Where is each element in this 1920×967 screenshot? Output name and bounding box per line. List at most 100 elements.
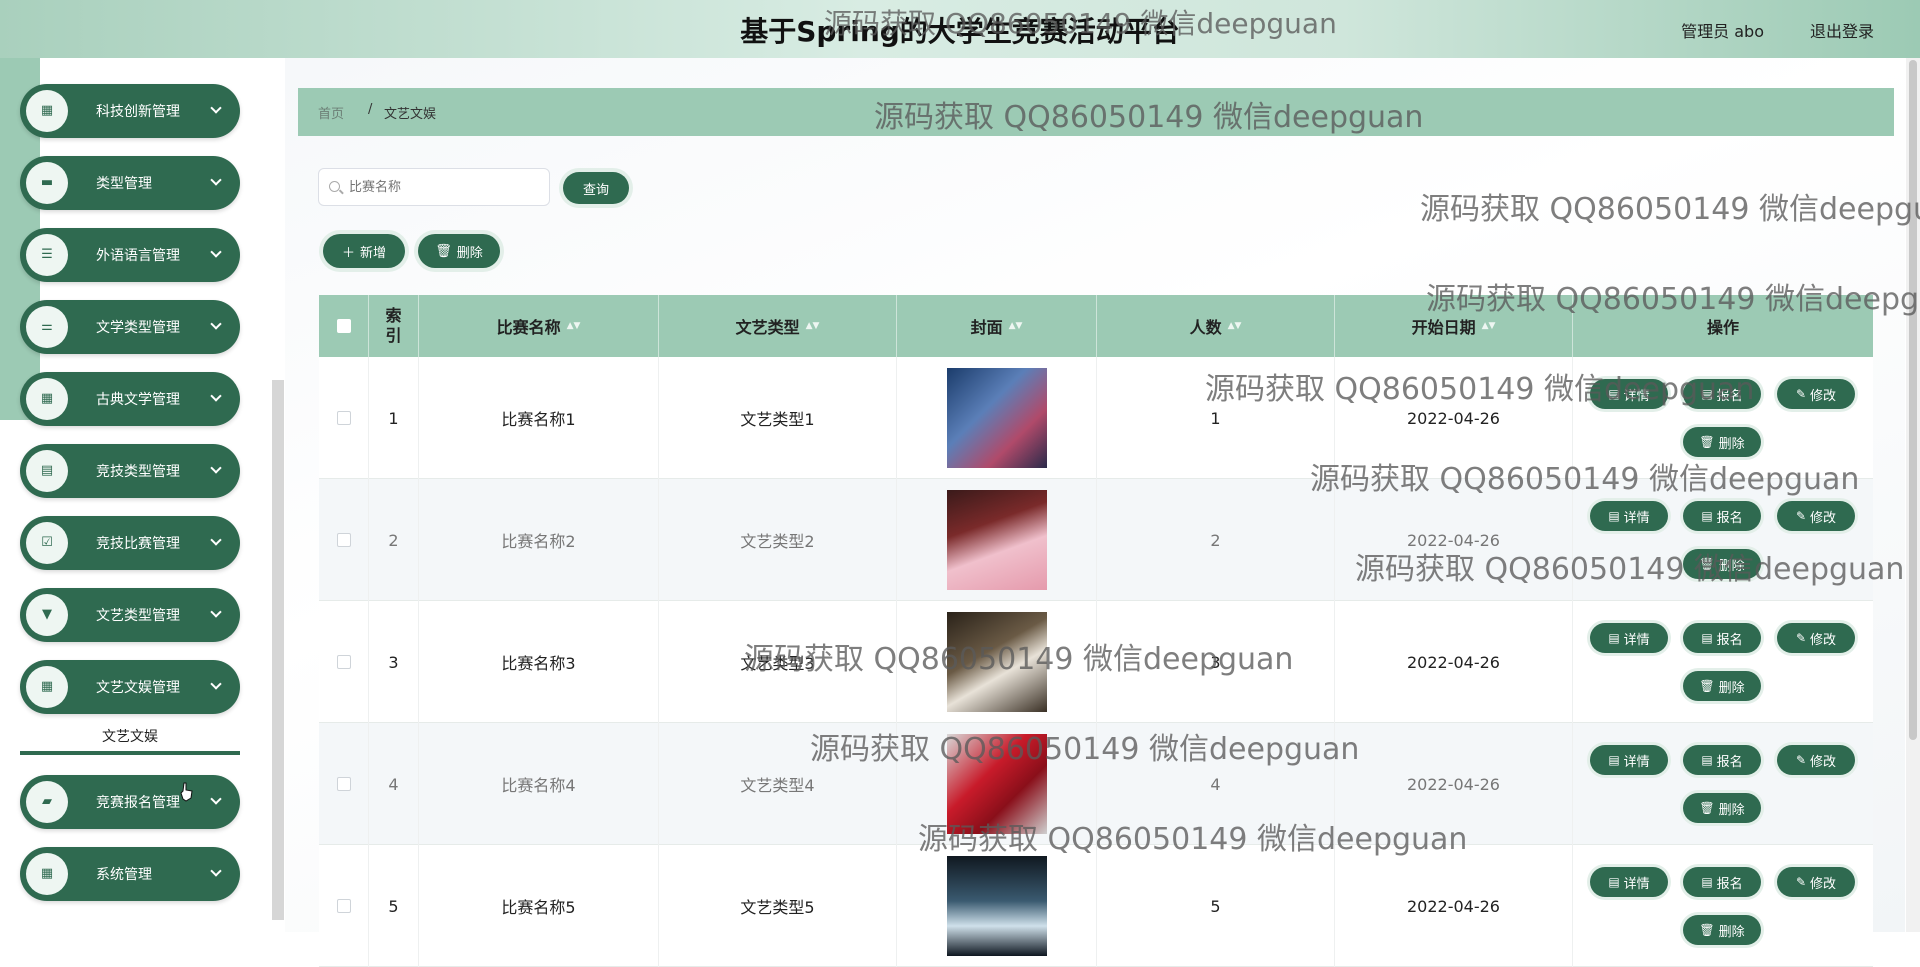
edit-label: 修改 [1810, 510, 1837, 526]
signup-button[interactable]: ▤ 报名 [1683, 745, 1761, 775]
pin-icon: ▼ [42, 607, 52, 622]
pencil-icon: ✎ [1795, 753, 1807, 767]
current-user: 管理员 abo [1681, 22, 1764, 41]
delete-button[interactable]: 🗑 删除 [1683, 549, 1761, 579]
sidebar-item-10[interactable]: ▰ 竞赛报名管理 [20, 775, 240, 829]
row-checkbox[interactable] [336, 899, 351, 913]
detail-button[interactable]: ▤ 详情 [1590, 379, 1668, 409]
document-icon: ▤ [1701, 387, 1713, 401]
logout-link[interactable]: 退出登录 [1810, 18, 1874, 42]
sidebar-item-11[interactable]: ▦ 系统管理 [20, 847, 240, 901]
signup-button[interactable]: ▤ 报名 [1683, 501, 1761, 531]
edit-button[interactable]: ✎ 修改 [1777, 501, 1855, 531]
row-index: 2 [369, 479, 419, 601]
chevron-down-icon [210, 462, 222, 474]
sidebar-item-3[interactable]: ☰ 外语语言管理 [20, 228, 240, 282]
detail-button[interactable]: ▤ 详情 [1590, 867, 1668, 897]
page-scrollbar[interactable] [1906, 58, 1920, 932]
sidebar-item-7[interactable]: ☑ 竞技比赛管理 [20, 516, 240, 570]
signup-button[interactable]: ▤ 报名 [1683, 623, 1761, 653]
search-field[interactable] [318, 168, 550, 206]
signup-button[interactable]: ▤ 报名 [1683, 379, 1761, 409]
document-icon: ▤ [1701, 753, 1713, 767]
plus-icon: ＋ [341, 245, 355, 261]
cover-image[interactable] [946, 368, 1047, 468]
row-index: 4 [369, 723, 419, 845]
signup-label: 报名 [1716, 754, 1743, 770]
row-cover-cell [897, 357, 1097, 479]
delete-button[interactable]: 🗑 删除 [1683, 915, 1761, 945]
cover-image[interactable] [946, 734, 1047, 834]
breadcrumb-current: 文艺文娱 [384, 107, 437, 122]
sidebar-item-icon-wrap: ▦ [26, 378, 68, 420]
sidebar-item-8[interactable]: ▼ 文艺类型管理 [20, 588, 240, 642]
edit-button[interactable]: ✎ 修改 [1777, 379, 1855, 409]
detail-button[interactable]: ▤ 详情 [1590, 501, 1668, 531]
row-checkbox[interactable] [336, 777, 351, 791]
delete-button[interactable]: 🗑 删除 [1683, 427, 1761, 457]
sidebar-item-2[interactable]: ▬ 类型管理 [20, 156, 240, 210]
cover-image[interactable] [946, 490, 1047, 590]
signup-button[interactable]: ▤ 报名 [1683, 867, 1761, 897]
col-header-name[interactable]: 比赛名称 ▲▼ [419, 295, 659, 357]
select-all-cell [319, 295, 369, 357]
sliders-icon: ⚌ [41, 319, 53, 334]
document-icon: ▤ [1701, 509, 1713, 523]
search-input[interactable] [347, 175, 542, 199]
add-button[interactable]: ＋ 新增 [323, 234, 405, 268]
row-count: 3 [1097, 601, 1335, 723]
col-header-type[interactable]: 文艺类型 ▲▼ [659, 295, 897, 357]
table-row: 4 比赛名称4 文艺类型4 4 2022-04-26 ▤ 详情 ▤ 报名 ✎ 修改 🗑 删除 [319, 723, 1873, 845]
delete-button[interactable]: 🗑 删除 [1683, 793, 1761, 823]
sidebar-item-label: 竞技比赛管理 [96, 536, 180, 552]
sidebar-item-4[interactable]: ⚌ 文学类型管理 [20, 300, 240, 354]
submenu-item-wenyi[interactable]: 文艺文娱 [20, 726, 240, 746]
edit-label: 修改 [1810, 388, 1837, 404]
batch-delete-button[interactable]: 🗑 删除 [418, 234, 500, 268]
col-header-cover[interactable]: 封面 ▲▼ [897, 295, 1097, 357]
delete-label: 删除 [1718, 558, 1745, 574]
edit-button[interactable]: ✎ 修改 [1777, 623, 1855, 653]
clipboard-icon: ▤ [40, 463, 54, 478]
delete-button[interactable]: 🗑 删除 [1683, 671, 1761, 701]
edit-button[interactable]: ✎ 修改 [1777, 745, 1855, 775]
row-count: 1 [1097, 357, 1335, 479]
row-checkbox[interactable] [336, 533, 351, 547]
sidebar-item-label: 科技创新管理 [96, 104, 180, 120]
row-checkbox[interactable] [336, 411, 351, 425]
trash-icon: 🗑 [435, 243, 452, 259]
edit-label: 修改 [1810, 876, 1837, 892]
sort-icon: ▲▼ [566, 321, 581, 331]
trash-icon: 🗑 [1699, 435, 1715, 449]
page-scrollbar-thumb[interactable] [1909, 60, 1917, 740]
signup-label: 报名 [1716, 388, 1743, 404]
breadcrumb-home[interactable]: 首页 [318, 103, 344, 122]
sidebar-item-1[interactable]: ▦ 科技创新管理 [20, 84, 240, 138]
col-header-actions-label: 操作 [1706, 318, 1739, 337]
sidebar-scrollbar[interactable] [272, 380, 284, 920]
row-name: 比赛名称5 [419, 845, 659, 967]
detail-button[interactable]: ▤ 详情 [1590, 745, 1668, 775]
col-header-count[interactable]: 人数 ▲▼ [1097, 295, 1335, 357]
chevron-down-icon [210, 390, 222, 402]
select-all-checkbox[interactable] [336, 319, 351, 333]
sidebar-item-5[interactable]: ▦ 古典文学管理 [20, 372, 240, 426]
cover-image[interactable] [946, 612, 1047, 712]
sidebar-item-label: 文艺类型管理 [96, 608, 180, 624]
detail-label: 详情 [1623, 754, 1650, 770]
col-header-date-label: 开始日期 [1411, 318, 1476, 337]
submenu-active-indicator [20, 751, 240, 755]
detail-button[interactable]: ▤ 详情 [1590, 623, 1668, 653]
row-checkbox[interactable] [336, 655, 351, 669]
sidebar-item-9[interactable]: ▦ 文艺文娱管理 [20, 660, 240, 714]
col-header-date[interactable]: 开始日期 ▲▼ [1335, 295, 1573, 357]
sidebar-item-label: 竞技类型管理 [96, 464, 180, 480]
sidebar-item-6[interactable]: ▤ 竞技类型管理 [20, 444, 240, 498]
row-actions: ▤ 详情 ▤ 报名 ✎ 修改 🗑 删除 [1573, 601, 1873, 723]
edit-button[interactable]: ✎ 修改 [1777, 867, 1855, 897]
grid-icon: ▦ [40, 866, 54, 881]
sidebar-item-icon-wrap: ▼ [26, 594, 68, 636]
row-actions: ▤ 详情 ▤ 报名 ✎ 修改 🗑 删除 [1573, 723, 1873, 845]
query-button[interactable]: 查询 [563, 172, 629, 204]
cover-image[interactable] [946, 856, 1047, 956]
